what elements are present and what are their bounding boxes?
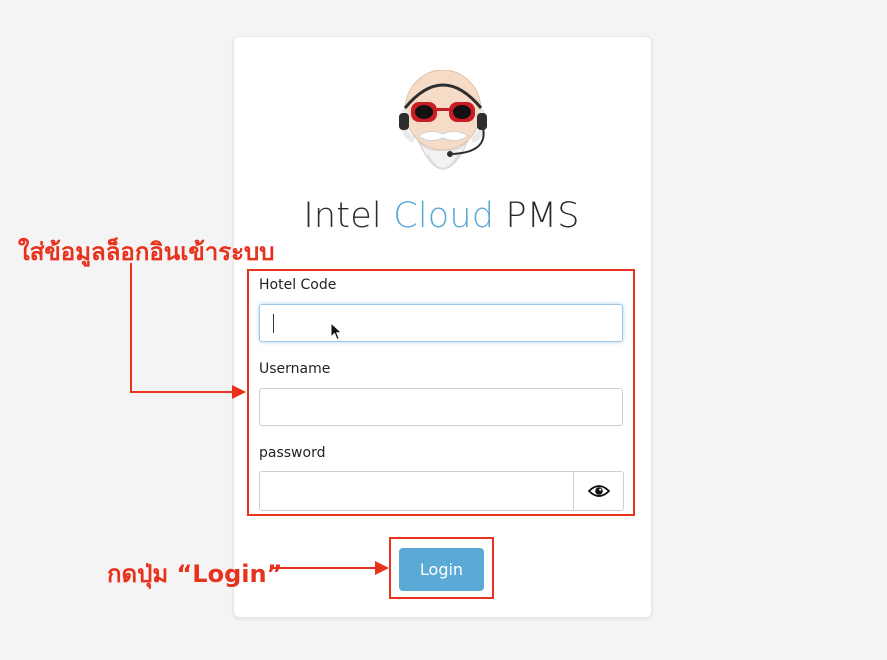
app-title: Intel Cloud PMS [233,196,650,236]
form-highlight-box [247,269,635,516]
mascot-logo [388,69,498,195]
annotation-arrow-form [232,385,246,399]
title-part-cloud: Cloud [393,196,495,236]
annotation-line-vertical [130,263,132,393]
login-highlight-box [389,537,494,599]
annotation-press-login: กดปุ่ม “Login” [107,560,283,588]
annotation-fill-login-info: ใส่ข้อมูลล็อกอินเข้าระบบ [18,238,275,266]
annotation-line-horizontal [130,391,234,393]
title-part-intel: Intel [303,196,394,236]
annotation-line-login [272,567,377,569]
annotation-arrow-login [375,561,389,575]
title-part-pms: PMS [494,196,580,236]
